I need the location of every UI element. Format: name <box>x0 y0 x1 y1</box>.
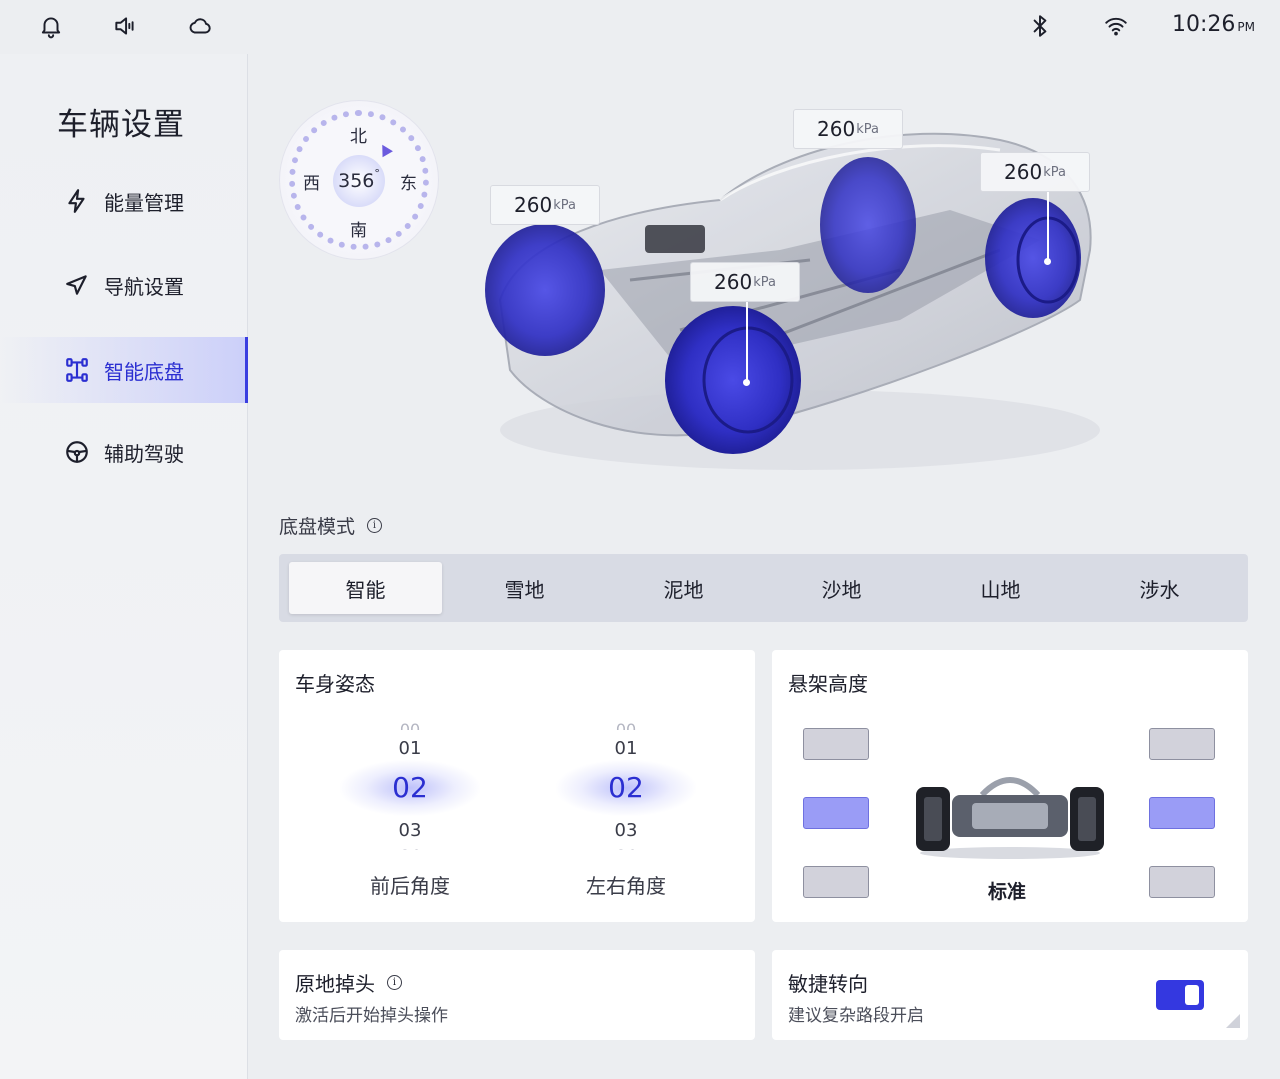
agile-steering-card: 敏捷转向 建议复杂路段开启 <box>772 950 1248 1040</box>
sidebar-item-navigation[interactable]: 导航设置 <box>0 252 248 318</box>
status-bar: 10:26 PM <box>0 0 1280 54</box>
sidebar-item-label: 能量管理 <box>104 190 184 215</box>
pivot-turn-card[interactable]: 原地掉头 i 激活后开始掉头操作 <box>279 950 755 1040</box>
clock: 10:26 PM <box>1172 12 1255 37</box>
sidebar: 车辆设置 能量管理 导航设置 智能底盘 辅助驾驶 <box>0 54 248 1079</box>
suspension-height-card: 悬架高度 标准 <box>772 650 1248 922</box>
mode-wading-button[interactable]: 涉水 <box>1083 562 1236 614</box>
suspension-right-high-button[interactable] <box>1149 728 1215 760</box>
suspension-left-high-button[interactable] <box>803 728 869 760</box>
body-posture-card: 车身姿态 00 01 02 03 04 前后角度 00 01 02 03 04 … <box>279 650 755 922</box>
body-posture-title: 车身姿态 <box>295 672 375 696</box>
compass-south: 南 <box>350 221 367 241</box>
pivot-turn-title-row: 原地掉头 i <box>295 968 402 997</box>
pivot-turn-title: 原地掉头 <box>295 972 375 996</box>
suspension-right-standard-button[interactable] <box>1149 797 1215 829</box>
roll-angle-label: 左右角度 <box>586 874 666 898</box>
mode-mud-button[interactable]: 泥地 <box>607 562 760 614</box>
compass-north: 北 <box>350 127 367 147</box>
picker-option: 04 <box>556 846 696 850</box>
compass-degree: ° <box>374 166 380 180</box>
tire-pressure-front-right: 260 kPa <box>690 262 800 302</box>
picker-option: 04 <box>340 846 480 850</box>
volume-icon[interactable] <box>111 12 139 40</box>
cloud-icon[interactable] <box>186 12 214 40</box>
tire-pressure-value: 260 <box>817 117 856 141</box>
mode-smart-button[interactable]: 智能 <box>289 562 442 614</box>
tire-leader-dot <box>743 379 750 386</box>
tire-leader-dot <box>1044 258 1051 265</box>
tire-leader-line <box>746 302 748 382</box>
mode-sand-button[interactable]: 沙地 <box>765 562 918 614</box>
sidebar-item-energy[interactable]: 能量管理 <box>0 168 248 234</box>
suspension-left-standard-button[interactable] <box>803 797 869 829</box>
tire-pressure-unit: kPa <box>753 274 776 290</box>
lightning-icon <box>68 189 85 213</box>
compass: 北 南 东 西 356 ° <box>279 100 439 260</box>
tire-pressure-front-left: 260 kPa <box>490 185 600 225</box>
pivot-turn-subtitle: 激活后开始掉头操作 <box>295 1006 448 1026</box>
picker-option: 01 <box>614 738 638 759</box>
agile-steering-toggle[interactable] <box>1156 980 1204 1010</box>
tire-pressure-unit: kPa <box>553 197 576 213</box>
tire-pressure-unit: kPa <box>1043 164 1066 180</box>
sidebar-item-label: 辅助驾驶 <box>104 441 184 466</box>
agile-steering-subtitle: 建议复杂路段开启 <box>788 1006 924 1026</box>
chassis-front-view-image <box>916 777 1104 859</box>
clock-time: 10:26 <box>1172 12 1236 37</box>
resize-grip-icon <box>1226 1014 1240 1028</box>
sidebar-item-assisted-driving[interactable]: 辅助驾驶 <box>0 419 248 485</box>
wifi-icon[interactable] <box>1102 12 1130 40</box>
tire-pressure-unit: kPa <box>856 121 879 137</box>
tire-pressure-value: 260 <box>714 270 753 294</box>
compass-west: 西 <box>303 174 320 194</box>
suspension-level-label: 标准 <box>988 881 1027 903</box>
page-title: 车辆设置 <box>57 107 185 143</box>
picker-option: 03 <box>398 820 422 841</box>
tire-pressure-rear-right: 260 kPa <box>980 152 1090 192</box>
picker-option: 03 <box>614 820 638 841</box>
suspension-right-low-button[interactable] <box>1149 866 1215 898</box>
tire-pressure-value: 260 <box>514 193 553 217</box>
sidebar-item-label: 智能底盘 <box>104 359 184 384</box>
agile-steering-title: 敏捷转向 <box>788 972 868 996</box>
suspension-height-title: 悬架高度 <box>788 672 868 696</box>
sidebar-item-label: 导航设置 <box>104 274 184 299</box>
chassis-mode-title: 底盘模式 <box>279 516 356 538</box>
info-icon[interactable]: i <box>387 975 402 990</box>
picker-option: 00 <box>399 720 421 730</box>
suspension-left-low-button[interactable] <box>803 866 869 898</box>
picker-selected-value: 02 <box>340 760 480 816</box>
compass-heading-value: 356 <box>338 170 375 192</box>
chassis-mode-selector: 智能 雪地 泥地 沙地 山地 涉水 <box>279 554 1248 622</box>
mode-snow-button[interactable]: 雪地 <box>448 562 601 614</box>
picker-option: 01 <box>398 738 422 759</box>
mode-mountain-button[interactable]: 山地 <box>924 562 1077 614</box>
picker-option: 00 <box>615 720 637 730</box>
info-icon[interactable]: i <box>367 518 383 533</box>
navigation-icon <box>66 275 87 295</box>
tire-pressure-value: 260 <box>1004 160 1043 184</box>
steering-wheel-icon <box>66 441 88 463</box>
car-visual: 260 kPa 260 kPa 260 kPa 260 kPa <box>480 100 1120 480</box>
compass-east: 东 <box>400 174 417 194</box>
bell-icon[interactable] <box>37 12 65 40</box>
bluetooth-icon[interactable] <box>1026 12 1054 40</box>
chassis-icon <box>66 358 88 382</box>
sidebar-item-chassis[interactable]: 智能底盘 <box>0 337 248 403</box>
toggle-knob <box>1185 985 1199 1005</box>
chassis-mode-label: 底盘模式 i <box>279 512 383 539</box>
pitch-angle-label: 前后角度 <box>370 874 450 898</box>
compass-heading: 356 ° <box>333 155 385 207</box>
clock-ampm: PM <box>1237 20 1255 34</box>
picker-selected-value: 02 <box>556 760 696 816</box>
tire-leader-line <box>1047 192 1049 262</box>
tire-pressure-rear-left: 260 kPa <box>793 109 903 149</box>
